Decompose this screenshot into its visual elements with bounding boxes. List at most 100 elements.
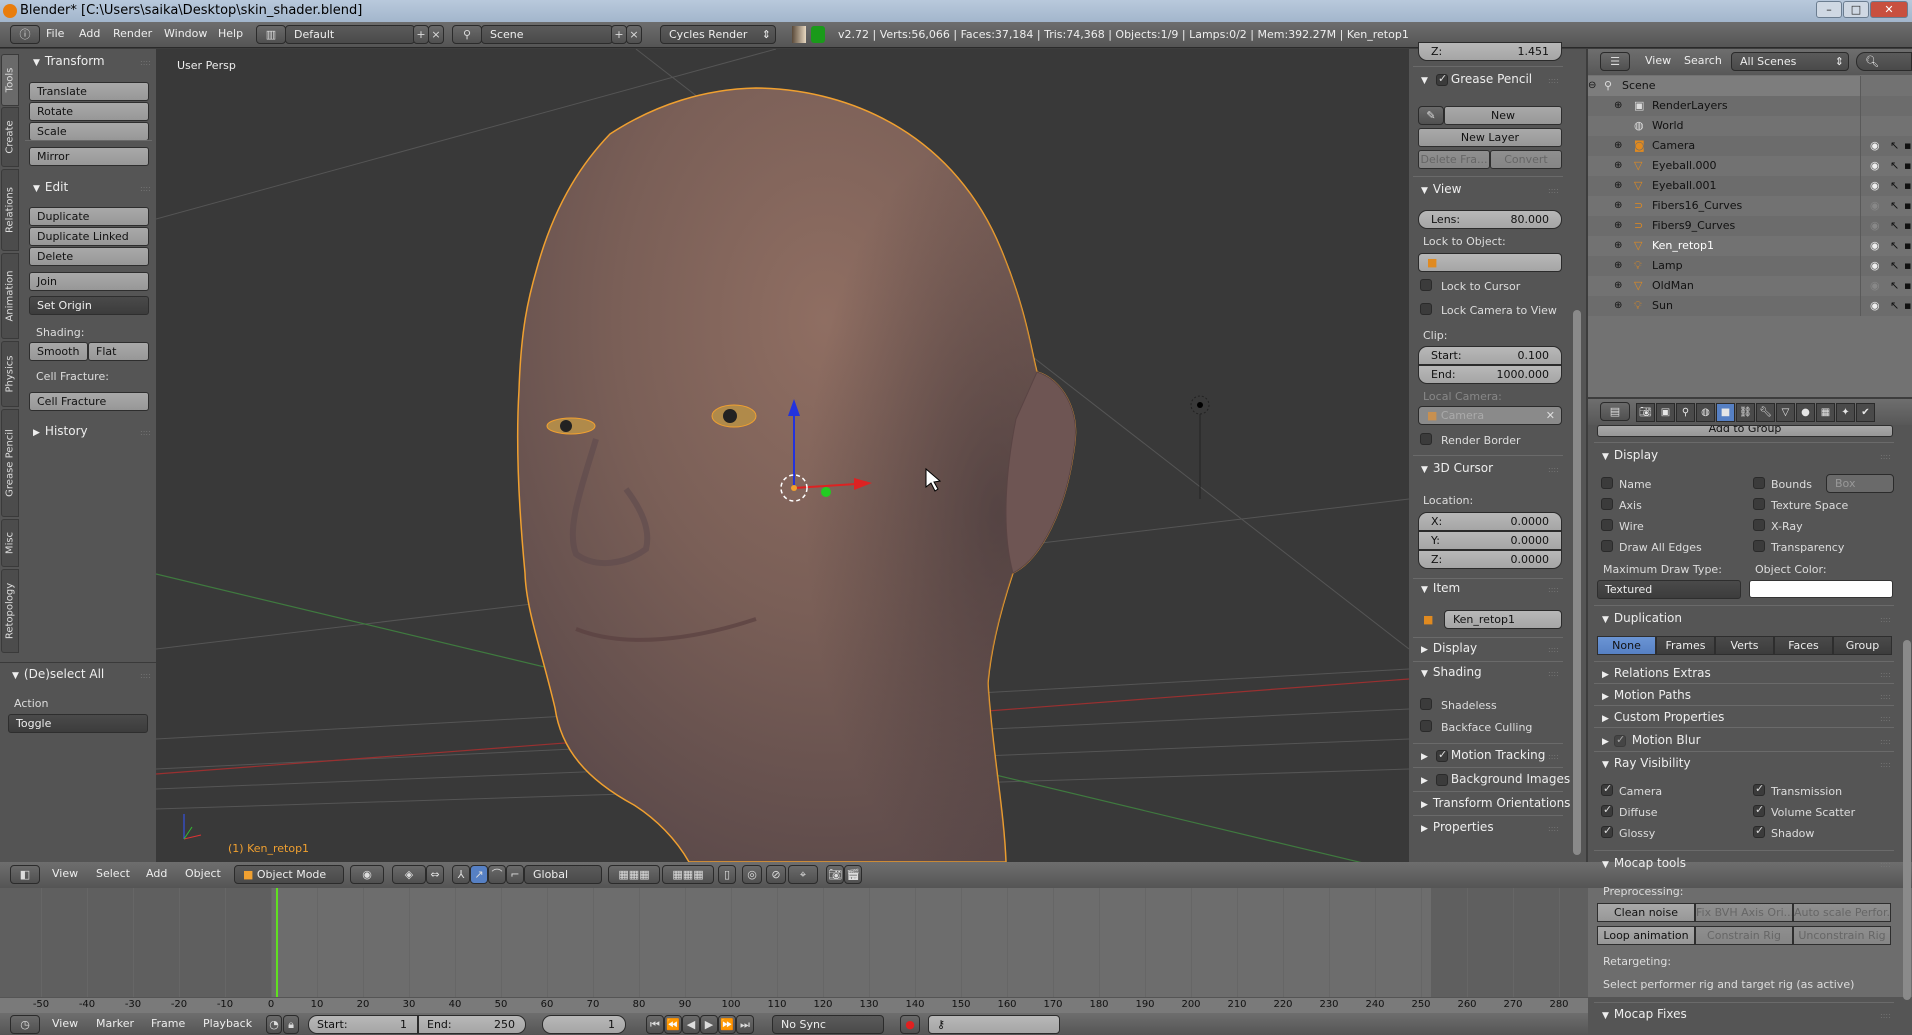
new-grease-pencil-button[interactable]: New [1444, 106, 1562, 125]
tab-grease-pencil[interactable]: Grease Pencil [1, 409, 19, 517]
panel-drag-grip-icon[interactable]: :::: [1548, 465, 1559, 474]
timeline-ruler[interactable]: -50 -40 -30 -20 -10 0 10 20 30 40 50 60 70 80 90 100 110… [0, 997, 1588, 1013]
mocap-tool-button[interactable]: Auto scale Perfor... [1793, 903, 1891, 922]
transform-orientation-dropdown[interactable]: Global [524, 865, 602, 884]
mocap-tool-button[interactable]: Unconstrain Rig [1793, 926, 1891, 945]
disclosure-triangle-icon[interactable]: ▶ [1602, 670, 1609, 680]
manipulator-toggle-icon[interactable]: ⅄ [452, 865, 470, 884]
lock-camera-checkbox[interactable] [1420, 303, 1432, 315]
scene-icon[interactable]: ⚲ [452, 25, 482, 44]
panel-drag-grip-icon[interactable]: :::: [1880, 737, 1891, 746]
visibility-eye-icon[interactable]: ◉ [1870, 216, 1880, 236]
mocap-tool-button[interactable]: Clean noise [1597, 903, 1695, 922]
outliner-item[interactable]: ⊕ ⊃ Fibers16_Curves ◉ ↖ ▪ [1588, 196, 1912, 216]
view3d-menu-select[interactable]: Select [96, 867, 130, 880]
mocap-tool-button[interactable]: Fix BVH Axis Ori... [1695, 903, 1793, 922]
action-dropdown[interactable]: Toggle [8, 714, 148, 733]
panel-view[interactable]: ▼ View [1421, 182, 1461, 196]
panel-transform[interactable]: ▼ Transform [33, 54, 105, 68]
proportional-edit-icon[interactable]: ◎ [742, 865, 762, 884]
tab-animation[interactable]: Animation [1, 253, 19, 339]
expand-icon[interactable]: ⊖ [1588, 76, 1596, 96]
motion-tracking-checkbox[interactable] [1436, 748, 1448, 762]
properties-tab-physics[interactable]: ✔ [1856, 403, 1875, 422]
panel-drag-grip-icon[interactable]: :::: [140, 184, 151, 193]
renderability-camera-icon[interactable]: ▪ [1904, 296, 1911, 316]
translate-manipulator-icon[interactable]: ↗ [470, 865, 488, 884]
ray-shadow-checkbox[interactable] [1753, 824, 1765, 838]
panel-history[interactable]: ▶ History [33, 424, 88, 438]
opengl-render-icon[interactable]: 📷︎ [826, 865, 844, 884]
jump-keyframe-back-icon[interactable]: ⏪ [664, 1015, 682, 1034]
panel-custom-properties[interactable]: ▶ Custom Properties [1602, 710, 1724, 724]
remove-layout-button[interactable]: × [428, 25, 444, 44]
disclosure-triangle-icon[interactable]: ▼ [1602, 452, 1609, 462]
editor-type-info-icon[interactable]: ⓘ [10, 25, 40, 44]
expand-icon[interactable]: ⊕ [1614, 276, 1622, 296]
add-to-group-button[interactable]: Add to Group [1597, 425, 1893, 437]
play-reverse-icon[interactable]: ◀ [682, 1015, 700, 1034]
pivot-point-icon[interactable]: ◈ [392, 865, 426, 884]
rotate-manipulator-icon[interactable]: ⌒ [488, 865, 506, 884]
max-draw-type-dropdown[interactable]: Textured [1597, 580, 1741, 599]
timeline-menu-playback[interactable]: Playback [203, 1017, 252, 1030]
duplication-faces-button[interactable]: Faces [1774, 636, 1833, 655]
outliner-display-mode[interactable]: All Scenes ⇕ [1731, 52, 1849, 71]
outliner-item[interactable]: ⊕ ▣ RenderLayers [1588, 96, 1912, 116]
keying-set-field[interactable]: ⚷ [928, 1015, 1060, 1034]
display-wire-checkbox[interactable] [1601, 519, 1613, 531]
add-layout-button[interactable]: + [413, 25, 429, 44]
panel-drag-grip-icon[interactable]: :::: [1548, 752, 1559, 761]
menu-window[interactable]: Window [164, 27, 207, 40]
panel-shading[interactable]: ▼ Shading [1421, 665, 1482, 679]
panel-drag-grip-icon[interactable]: :::: [1548, 645, 1559, 654]
selectability-arrow-icon[interactable]: ↖ [1890, 296, 1899, 316]
panel-drag-grip-icon[interactable]: :::: [140, 428, 151, 437]
mirror-button[interactable]: Mirror [29, 147, 149, 166]
visibility-eye-icon[interactable]: ◉ [1870, 236, 1880, 256]
renderability-camera-icon[interactable]: ▪ [1904, 256, 1911, 276]
tab-relations[interactable]: Relations [1, 169, 19, 251]
disclosure-triangle-icon[interactable]: ▼ [1602, 860, 1609, 870]
selectability-arrow-icon[interactable]: ↖ [1890, 236, 1899, 256]
object-name-input[interactable]: Ken_retop1 [1444, 610, 1562, 629]
panel-duplication[interactable]: ▼ Duplication [1602, 611, 1682, 625]
properties-tab-object[interactable]: ■ [1716, 403, 1735, 422]
tab-retopology[interactable]: Retopology [1, 569, 19, 653]
snap-element-icon[interactable]: ⌖ [788, 865, 818, 884]
play-icon[interactable]: ▶ [700, 1015, 718, 1034]
outliner-item[interactable]: ⊕ 💡︎ Sun ◉ ↖ ▪ [1588, 296, 1912, 316]
selectability-arrow-icon[interactable]: ↖ [1890, 136, 1899, 156]
add-scene-button[interactable]: + [611, 25, 627, 44]
renderability-camera-icon[interactable]: ▪ [1904, 236, 1911, 256]
visibility-eye-icon[interactable]: ◉ [1870, 276, 1880, 296]
ray-transmission-checkbox[interactable] [1753, 782, 1765, 796]
duplication-frames-button[interactable]: Frames [1656, 636, 1715, 655]
new-layer-button[interactable]: New Layer [1418, 128, 1562, 147]
smooth-button[interactable]: Smooth [29, 342, 88, 361]
object-color-swatch[interactable] [1749, 580, 1893, 598]
set-origin-dropdown[interactable]: Set Origin [29, 296, 149, 315]
outliner-menu-view[interactable]: View [1645, 54, 1671, 67]
delete-button[interactable]: Delete [29, 247, 149, 266]
properties-tab-scene[interactable]: ⚲ [1676, 403, 1695, 422]
panel-drag-grip-icon[interactable]: :::: [1880, 860, 1891, 869]
duplication-group-button[interactable]: Group [1833, 636, 1892, 655]
snap-toggle-icon[interactable]: ⊘ [766, 865, 786, 884]
panel-properties[interactable]: ▶ Properties [1421, 820, 1494, 834]
jump-start-icon[interactable]: ⏮ [646, 1015, 664, 1034]
selectability-arrow-icon[interactable]: ↖ [1890, 276, 1899, 296]
clear-icon[interactable]: ✕ [1546, 407, 1555, 424]
timeline-menu-view[interactable]: View [52, 1017, 78, 1030]
viewport-shading-icon[interactable]: ◉ [350, 865, 384, 884]
opengl-animation-icon[interactable]: 🎬︎ [844, 865, 862, 884]
convert-button[interactable]: Convert [1490, 150, 1562, 169]
n-panel-scrollbar[interactable] [1573, 310, 1581, 855]
display-draw-all-edges-checkbox[interactable] [1601, 540, 1613, 552]
renderability-camera-icon[interactable]: ▪ [1904, 276, 1911, 296]
record-icon[interactable]: ● [900, 1015, 920, 1034]
timeline-menu-frame[interactable]: Frame [151, 1017, 185, 1030]
clip-start-field[interactable]: Start: 0.100 [1418, 346, 1562, 365]
panel-drag-grip-icon[interactable]: :::: [1548, 824, 1559, 833]
visibility-eye-icon[interactable]: ◉ [1870, 296, 1880, 316]
